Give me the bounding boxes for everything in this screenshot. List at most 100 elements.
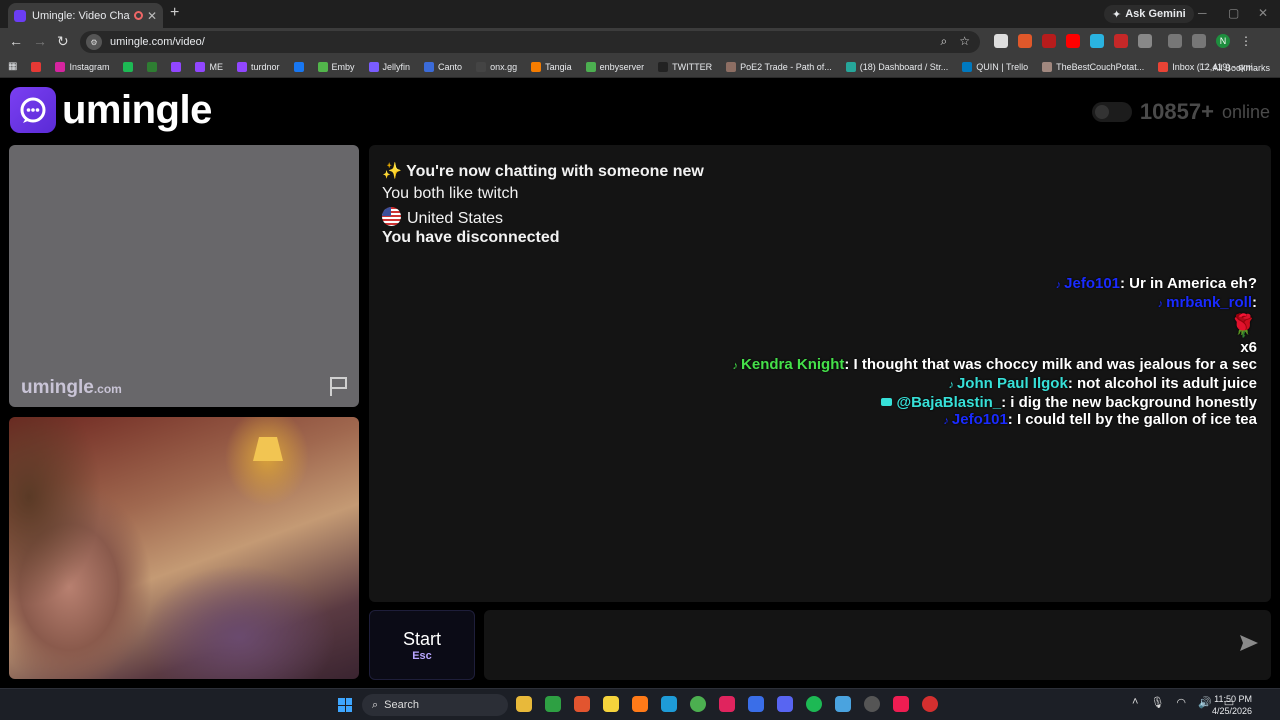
bookmark-star-icon[interactable]: ☆ xyxy=(959,34,970,49)
extension-record-icon[interactable] xyxy=(1114,34,1128,48)
bookmark-item[interactable]: Jellyfin xyxy=(368,61,410,72)
apps-grid-icon[interactable]: ▦ xyxy=(8,61,17,72)
taskbar-search[interactable]: ⌕ Search xyxy=(362,694,508,716)
taskbar-clock[interactable]: 11:50 PM 4/25/2026 xyxy=(1210,693,1252,717)
chat-text: : not alcohol its adult juice xyxy=(1067,375,1257,392)
sticky-notes-icon[interactable] xyxy=(603,696,619,712)
chat-message: ♪ Kendra Knight: I thought that was chocc… xyxy=(733,356,1257,375)
start-label: Start xyxy=(402,628,441,649)
close-tab-icon[interactable]: ✕ xyxy=(147,9,157,23)
obs-red-icon[interactable] xyxy=(719,696,735,712)
notepad-icon[interactable] xyxy=(835,696,851,712)
bookmark-item[interactable]: ME xyxy=(195,61,223,72)
video-subject xyxy=(9,417,159,679)
bookmark-item[interactable] xyxy=(147,61,158,72)
theme-toggle[interactable] xyxy=(1091,102,1132,122)
ask-gemini-button[interactable]: ✦ Ask Gemini xyxy=(1104,5,1194,23)
minimize-window-button[interactable]: ─ xyxy=(1198,6,1207,20)
tiktok-badge-icon: ♪ xyxy=(1055,279,1062,291)
basketball-app-icon[interactable] xyxy=(574,696,590,712)
chrome-icon[interactable] xyxy=(690,696,706,712)
bookmark-item[interactable]: enbyserver xyxy=(585,61,645,72)
online-indicator: 10857+ online xyxy=(1091,99,1270,125)
obs-studio-icon[interactable] xyxy=(864,696,880,712)
self-camera-video xyxy=(9,417,359,679)
bookmark-item[interactable]: Tangia xyxy=(531,61,572,72)
bookmark-item[interactable] xyxy=(31,61,42,72)
extensions-puzzle-icon[interactable] xyxy=(1138,34,1152,48)
bookmark-item[interactable]: QUIN | Trello xyxy=(962,61,1029,72)
bookmark-item[interactable]: Emby xyxy=(317,61,355,72)
side-panel-icon[interactable] xyxy=(1168,34,1182,48)
bookmark-favicon-icon xyxy=(1158,61,1169,72)
url-text: umingle.com/video/ xyxy=(110,36,205,48)
bookmark-favicon-icon xyxy=(962,61,973,72)
bookmark-item[interactable]: TWITTER xyxy=(658,61,712,72)
bookmark-item[interactable] xyxy=(293,61,304,72)
media-player-icon[interactable] xyxy=(545,696,561,712)
taskbar-apps xyxy=(516,696,938,712)
extension-youtube-icon[interactable] xyxy=(1066,34,1080,48)
close-window-button[interactable]: ✕ xyxy=(1258,6,1268,20)
extension-k-icon[interactable] xyxy=(994,34,1008,48)
wifi-icon[interactable]: ◠ xyxy=(1176,696,1186,709)
bookmark-label: QUIN | Trello xyxy=(976,61,1029,72)
restore-window-button[interactable]: ▢ xyxy=(1228,6,1239,20)
windows-start-icon[interactable] xyxy=(338,698,352,712)
extension-7tv-icon[interactable] xyxy=(1090,34,1104,48)
system-new-chat: ✨ You're now chatting with someone new xyxy=(382,163,704,180)
address-bar[interactable]: ⚙ umingle.com/video/ ⌕ ☆ xyxy=(80,31,980,53)
site-info-icon[interactable]: ⚙ xyxy=(86,34,102,50)
bookmarks-bar: ▦ Instagram ME turdnor Emby Jellyfin Canto onx… xyxy=(0,56,1280,78)
new-tab-button[interactable]: + xyxy=(170,4,179,22)
discord-icon[interactable] xyxy=(777,696,793,712)
bookmark-item[interactable] xyxy=(123,61,134,72)
chat-text: x6 xyxy=(1240,339,1257,356)
chat-username: Jefo101 xyxy=(1064,275,1121,292)
bookmark-label: (18) Dashboard / Str... xyxy=(859,61,949,72)
start-shortcut-key: Esc xyxy=(412,649,432,662)
remote-app-icon[interactable] xyxy=(748,696,764,712)
chat-username: @BajaBlastin_ xyxy=(896,394,1002,411)
umingle-favicon-icon xyxy=(14,9,26,22)
microphone-icon[interactable]: 🎙 xyxy=(1150,696,1164,709)
windows-taskbar: ⌕ Search ˄ 🎙 ◠ 🔊 ▭ 11:50 PM 4/25/2026 xyxy=(0,688,1280,720)
bookmark-item[interactable]: onx.gg xyxy=(476,61,517,72)
extension-red-icon[interactable] xyxy=(1042,34,1056,48)
zoom-icon[interactable]: ⌕ xyxy=(941,34,948,49)
bookmark-label: Emby xyxy=(331,61,355,72)
message-input[interactable] xyxy=(484,610,1271,680)
report-flag-icon[interactable] xyxy=(327,375,349,397)
reading-list-icon[interactable] xyxy=(1192,34,1206,48)
bookmark-item[interactable]: TheBestCouchPotat... xyxy=(1042,61,1145,72)
tray-overflow-icon[interactable]: ˄ xyxy=(1132,696,1138,709)
reload-icon[interactable]: ↻ xyxy=(57,33,69,50)
tiktok-icon[interactable] xyxy=(893,696,909,712)
firefox-icon[interactable] xyxy=(632,696,648,712)
extension-fox-icon[interactable] xyxy=(1018,34,1032,48)
edge-icon[interactable] xyxy=(661,696,677,712)
streamer-app-icon[interactable] xyxy=(922,696,938,712)
forward-arrow-icon[interactable]: → xyxy=(33,33,47,49)
browser-menu-icon[interactable]: ⋮ xyxy=(1240,34,1252,48)
chat-username: mrbank_roll xyxy=(1166,294,1252,311)
bookmark-item[interactable]: turdnor xyxy=(236,61,280,72)
send-icon[interactable] xyxy=(1238,632,1260,654)
bookmark-label: enbyserver xyxy=(599,61,645,72)
bookmark-item[interactable]: Canto xyxy=(424,61,462,72)
spotify-icon[interactable] xyxy=(806,696,822,712)
file-explorer-icon[interactable] xyxy=(516,696,532,712)
start-button[interactable]: Start Esc xyxy=(369,610,475,680)
back-arrow-icon[interactable]: ← xyxy=(9,33,23,49)
umingle-logo[interactable]: umingle xyxy=(10,87,212,133)
browser-tab-active[interactable]: Umingle: Video Chat with S ✕ xyxy=(8,3,163,28)
bookmark-item[interactable]: (18) Dashboard / Str... xyxy=(845,61,949,72)
all-bookmarks-button[interactable]: 🗀 All Bookmarks xyxy=(1199,60,1270,76)
bookmark-item[interactable] xyxy=(171,61,182,72)
profile-avatar[interactable]: N xyxy=(1216,34,1230,48)
bookmark-item[interactable]: Instagram xyxy=(55,61,109,72)
watermark-suffix: .com xyxy=(93,382,122,396)
bookmark-favicon-icon xyxy=(585,61,596,72)
bookmark-label: TheBestCouchPotat... xyxy=(1056,61,1145,72)
bookmark-item[interactable]: PoE2 Trade - Path of... xyxy=(726,61,832,72)
